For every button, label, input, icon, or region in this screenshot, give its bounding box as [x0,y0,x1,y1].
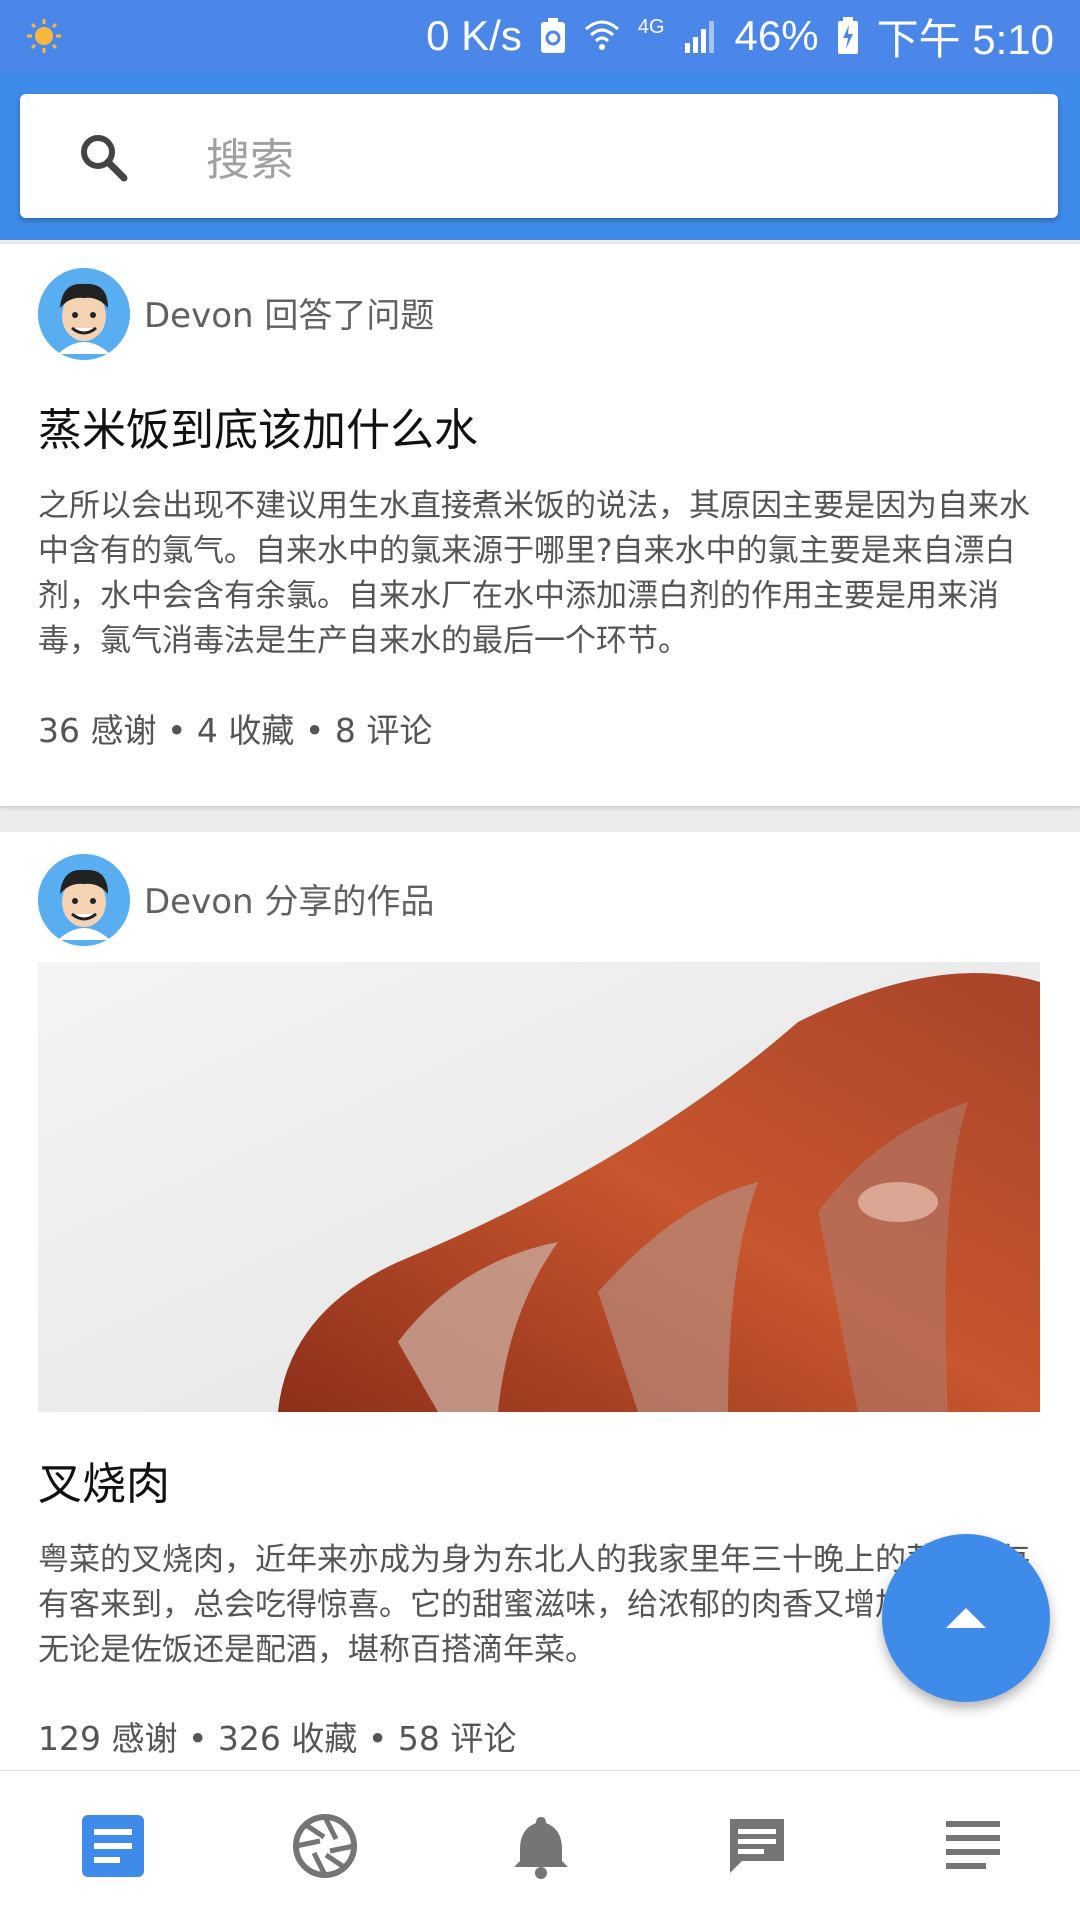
feed-card[interactable]: Devon 回答了问题 蒸米饭到底该加什么水 之所以会出现不建议用生水直接煮米饭… [0,244,1080,806]
search-icon [81,135,128,182]
menu-lines-icon[interactable] [938,1811,1008,1881]
avatar[interactable] [38,854,130,946]
weather-sun-icon [27,19,61,53]
network-type: 4G [637,15,665,38]
signal-icon [684,21,714,53]
chat-icon[interactable] [722,1811,792,1881]
battery-charging-icon [837,17,858,54]
clock: 下午 5:10 [876,15,1054,63]
avatar[interactable] [38,268,130,360]
bell-icon[interactable] [506,1811,576,1881]
app-header: 搜索 [0,72,1080,240]
dish-photo[interactable] [38,962,1040,1412]
arrow-up-icon [946,1608,986,1628]
author-action[interactable]: Devon 分享的作品 [144,874,434,923]
search-placeholder: 搜索 [206,135,294,186]
search-bar[interactable]: 搜索 [20,94,1058,218]
bottom-navigation [0,1770,1080,1921]
wifi-icon [584,20,619,50]
card-title[interactable]: 蒸米饭到底该加什么水 [38,394,478,458]
card-stats: 36 感谢 • 4 收藏 • 8 评论 [38,711,433,750]
card-title[interactable]: 叉烧肉 [38,1448,170,1512]
card-body[interactable]: 之所以会出现不建议用生水直接煮米饭的说法，其原因主要是因为自来水中含有的氯气。自… [38,484,1038,664]
card-stats: 129 感谢 • 326 收藏 • 58 评论 [38,1719,517,1758]
net-speed: 0 K/s [426,12,522,59]
recycle-icon [540,18,565,53]
status-bar: 0 K/s 4G 46% 下午 5:10 [0,0,1080,72]
camera-shutter-icon[interactable] [290,1811,360,1881]
scroll-to-top-button[interactable] [882,1534,1050,1702]
battery-percent: 46% [734,12,819,59]
article-icon[interactable] [78,1811,148,1881]
author-action[interactable]: Devon 回答了问题 [144,288,434,337]
